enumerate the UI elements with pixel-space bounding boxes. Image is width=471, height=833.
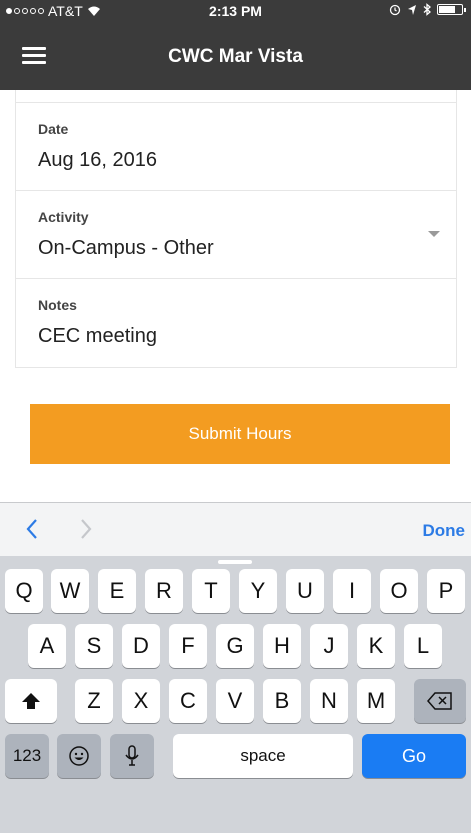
activity-value: On-Campus - Other	[38, 237, 214, 259]
dictation-key[interactable]	[110, 734, 154, 778]
key-r[interactable]: R	[145, 569, 183, 613]
chevron-left-icon	[26, 519, 37, 539]
shift-arrow-icon	[22, 693, 40, 709]
notes-field[interactable]: Notes CEC meeting	[16, 278, 456, 369]
alarm-icon	[389, 4, 401, 15]
key-u[interactable]: U	[286, 569, 324, 613]
key-l[interactable]: L	[404, 624, 442, 668]
next-field-button[interactable]	[74, 516, 98, 542]
key-a[interactable]: A	[28, 624, 66, 668]
bluetooth-icon	[423, 3, 431, 16]
activity-label: Activity	[38, 209, 89, 225]
backspace-key[interactable]	[414, 679, 466, 723]
location-arrow-icon	[408, 4, 416, 15]
go-key[interactable]: Go	[362, 734, 466, 778]
status-icons	[389, 3, 466, 16]
date-field[interactable]: Date Aug 16, 2016	[16, 102, 456, 191]
keyboard-accessory-bar: Done	[0, 502, 471, 556]
key-c[interactable]: C	[169, 679, 207, 723]
key-z[interactable]: Z	[75, 679, 113, 723]
hours-form: Date Aug 16, 2016 Activity On-Campus - O…	[15, 90, 457, 368]
submit-hours-button[interactable]: Submit Hours	[30, 404, 450, 464]
key-t[interactable]: T	[192, 569, 230, 613]
emoji-key[interactable]	[57, 734, 101, 778]
key-s[interactable]: S	[75, 624, 113, 668]
top-bar: AT&T 2:13 PM CWC Mar Vista	[0, 0, 471, 90]
key-m[interactable]: M	[357, 679, 395, 723]
notes-value: CEC meeting	[38, 325, 157, 347]
key-q[interactable]: Q	[5, 569, 43, 613]
page-title: CWC Mar Vista	[168, 46, 303, 67]
key-d[interactable]: D	[122, 624, 160, 668]
key-y[interactable]: Y	[239, 569, 277, 613]
emoji-icon	[69, 746, 89, 766]
key-p[interactable]: P	[427, 569, 465, 613]
date-label: Date	[38, 121, 69, 137]
key-n[interactable]: N	[310, 679, 348, 723]
key-g[interactable]: G	[216, 624, 254, 668]
shift-key[interactable]	[5, 679, 57, 723]
key-o[interactable]: O	[380, 569, 418, 613]
activity-select[interactable]: Activity On-Campus - Other	[16, 190, 456, 279]
key-v[interactable]: V	[216, 679, 254, 723]
chevron-right-icon	[81, 519, 92, 539]
notes-label: Notes	[38, 297, 77, 313]
space-key[interactable]: space	[173, 734, 353, 778]
key-b[interactable]: B	[263, 679, 301, 723]
keyboard-handle	[218, 560, 252, 564]
key-f[interactable]: F	[169, 624, 207, 668]
key-k[interactable]: K	[357, 624, 395, 668]
status-bar: AT&T 2:13 PM	[0, 0, 471, 24]
done-button[interactable]: Done	[423, 521, 466, 541]
key-h[interactable]: H	[263, 624, 301, 668]
key-j[interactable]: J	[310, 624, 348, 668]
nav-bar: CWC Mar Vista	[0, 24, 471, 90]
key-e[interactable]: E	[98, 569, 136, 613]
backspace-icon	[427, 692, 452, 710]
keyboard: Q W E R T Y U I O P A S D F G H J K L Z …	[0, 556, 471, 833]
numbers-key[interactable]: 123	[5, 734, 49, 778]
key-w[interactable]: W	[51, 569, 89, 613]
previous-field-button[interactable]	[20, 516, 44, 542]
dropdown-caret-icon	[428, 231, 440, 237]
key-i[interactable]: I	[333, 569, 371, 613]
key-x[interactable]: X	[122, 679, 160, 723]
battery-icon	[437, 4, 466, 15]
date-value: Aug 16, 2016	[38, 149, 157, 171]
microphone-icon	[125, 745, 139, 766]
